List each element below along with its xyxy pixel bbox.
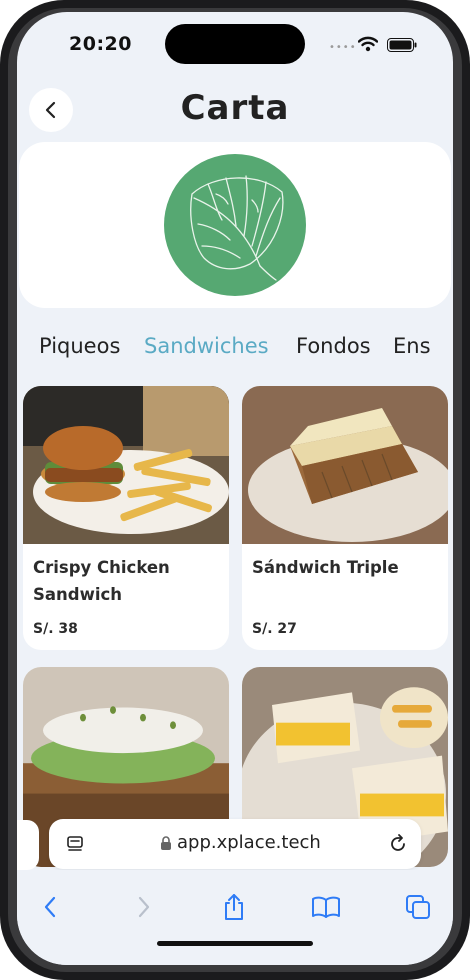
home-indicator	[157, 941, 313, 946]
reader-mode-icon[interactable]	[65, 834, 85, 854]
bookmarks-button[interactable]	[311, 892, 341, 922]
monstera-leaf-icon	[190, 175, 284, 281]
product-price: S/. 38	[33, 621, 78, 637]
battery-icon	[387, 38, 417, 52]
share-icon	[225, 894, 243, 920]
lock-icon	[161, 836, 171, 850]
bookmarks-icon	[312, 896, 340, 918]
page-title: Carta	[180, 88, 290, 128]
product-card[interactable]: Crispy Chicken Sandwich S/. 38	[23, 386, 229, 650]
back-button[interactable]	[29, 88, 73, 132]
back-arrow-icon	[44, 896, 56, 918]
forward-arrow-icon	[138, 896, 150, 918]
dynamic-island	[165, 24, 305, 64]
share-button[interactable]	[219, 892, 249, 922]
restaurant-logo	[164, 154, 306, 296]
wifi-icon	[358, 36, 378, 52]
chevron-left-icon	[45, 101, 56, 119]
tabs-icon	[406, 895, 430, 919]
product-name: Crispy Chicken Sandwich	[33, 558, 170, 604]
browser-toolbar	[17, 870, 453, 965]
category-tabs: Piqueos Sandwiches Fondos Ens	[17, 330, 453, 366]
app-screen: 20:20 •••• Carta Piqueos Sandwiches Fond…	[17, 12, 453, 965]
tab-fondos[interactable]: Fondos	[296, 334, 371, 358]
url-text: app.xplace.tech	[177, 832, 321, 853]
previous-tab-preview[interactable]	[17, 820, 39, 870]
product-price: S/. 27	[252, 621, 297, 637]
browser-back-button[interactable]	[35, 892, 65, 922]
tab-ensaladas[interactable]: Ens	[393, 334, 431, 358]
status-time: 20:20	[69, 33, 132, 55]
restaurant-logo-card	[19, 142, 451, 308]
product-image	[242, 386, 448, 544]
product-card[interactable]: Sándwich Triple S/. 27	[242, 386, 448, 650]
cellular-signal-icon: ••••	[329, 42, 357, 53]
tab-piqueos[interactable]: Piqueos	[39, 334, 120, 358]
address-bar[interactable]: app.xplace.tech	[49, 819, 421, 869]
tabs-button[interactable]	[403, 892, 433, 922]
browser-forward-button[interactable]	[129, 892, 159, 922]
tab-sandwiches[interactable]: Sandwiches	[144, 334, 269, 358]
product-name: Sándwich Triple	[252, 558, 399, 577]
product-image	[23, 386, 229, 544]
reload-icon[interactable]	[387, 833, 409, 855]
